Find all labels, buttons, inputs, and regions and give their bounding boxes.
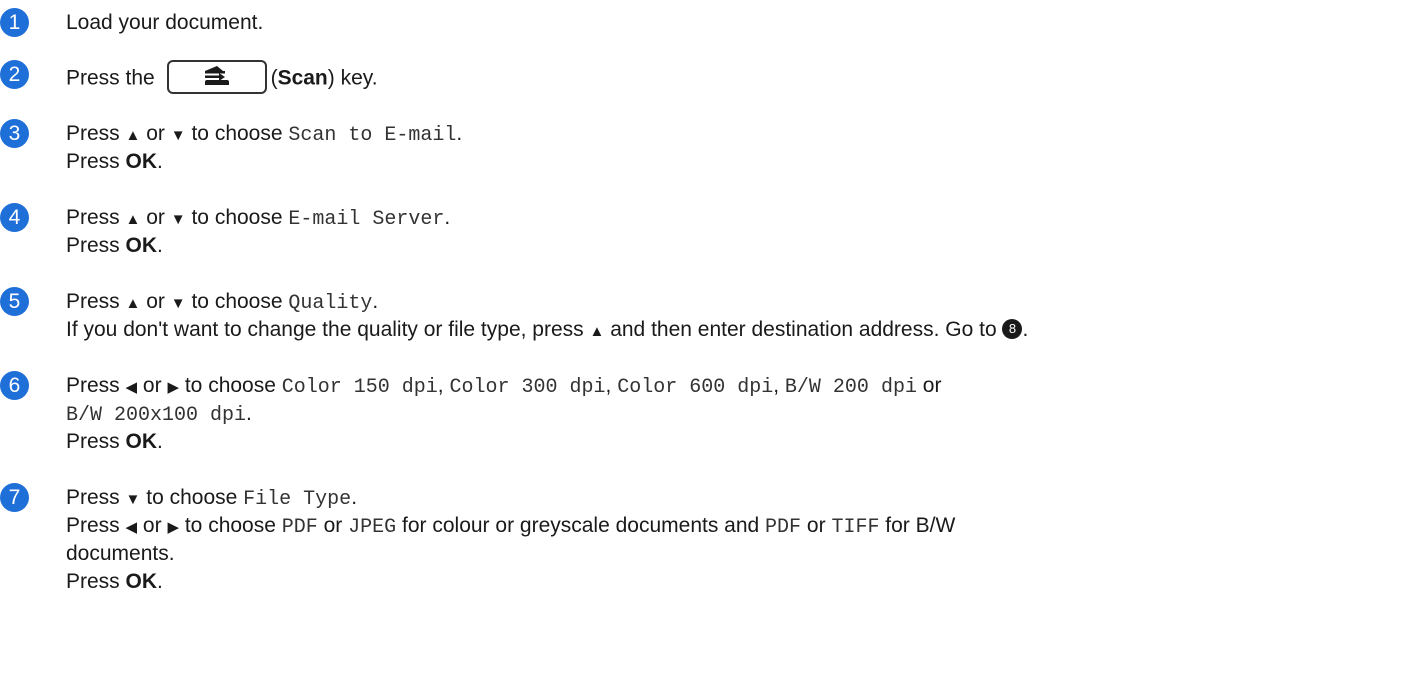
down-arrow-icon: ▼ [170,295,186,312]
up-arrow-icon: ▲ [125,127,141,144]
step-text: Press the (Scan) key. [66,60,378,96]
step-text: Press ▲ or ▼ to choose E-mail Server. [66,206,451,231]
right-arrow-icon: ▶ [167,379,179,396]
step-text: B/W 200x100 dpi. [66,402,252,427]
step-number: 6 [0,371,29,400]
step-number: 2 [0,60,29,89]
step-text: Load your document. [66,11,264,34]
left-arrow-icon: ◀ [125,379,138,396]
step-text: If you don't want to change the quality … [66,318,1029,341]
step-text: Press ◀ or ▶ to choose PDF or JPEG for c… [66,514,956,539]
step-text: Press OK. [66,430,163,453]
down-arrow-icon: ▼ [170,211,186,228]
down-arrow-icon: ▼ [125,491,141,508]
step-text: Press ▼ to choose File Type. [66,486,358,511]
up-arrow-icon: ▲ [125,211,141,228]
step-number: 1 [0,8,29,37]
step-text: Press OK. [66,150,163,173]
step-text: Press OK. [66,570,163,593]
step-text: Press ▲ or ▼ to choose Scan to E-mail. [66,122,463,147]
down-arrow-icon: ▼ [170,127,186,144]
step-text: Press ▲ or ▼ to choose Quality. [66,290,379,315]
right-arrow-icon: ▶ [167,519,179,536]
up-arrow-icon: ▲ [125,295,141,312]
step-number: 3 [0,119,29,148]
step-text: documents. [66,542,175,565]
scan-arrow-icon [204,66,229,85]
scan-key-button [166,60,267,94]
step-number: 5 [0,287,29,316]
step-number: 4 [0,203,29,232]
up-arrow-icon: ▲ [589,323,605,340]
step-text: Press OK. [66,234,163,257]
step-number: 7 [0,483,29,512]
left-arrow-icon: ◀ [125,519,138,536]
step-reference-badge: 8 [1002,319,1023,340]
step-text: Press ◀ or ▶ to choose Color 150 dpi, Co… [66,374,942,399]
